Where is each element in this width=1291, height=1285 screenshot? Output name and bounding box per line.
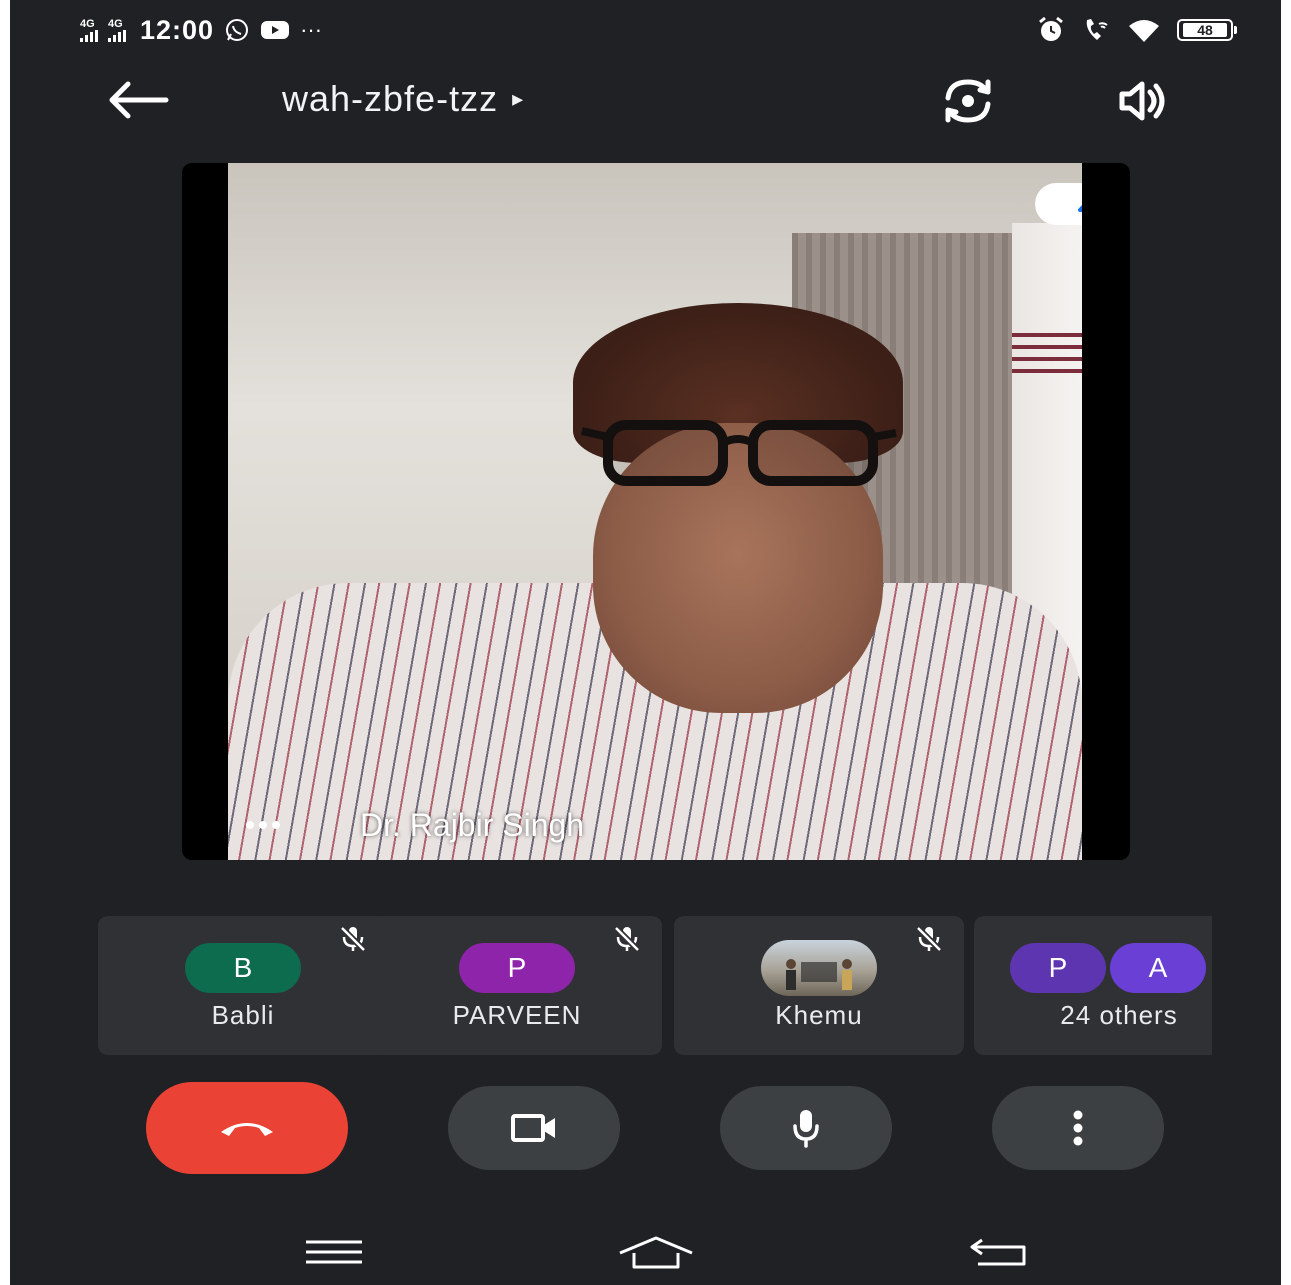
avatar: B [185,943,301,993]
speaker-icon [1119,81,1165,121]
youtube-icon [261,21,290,39]
avatar-initial: B [233,952,253,983]
camera-icon [511,1114,555,1142]
speaker-video[interactable]: Dr. Rajbir Singh [228,163,1082,860]
back-arrow-icon [109,81,169,119]
recent-apps-button[interactable] [294,1232,374,1272]
switch-camera-icon [945,79,991,123]
avatar-photo [761,940,877,996]
participant-name: Khemu [775,1000,863,1030]
speaker-button[interactable] [1116,78,1168,124]
main-video-frame: Dr. Rajbir Singh [182,163,1130,860]
status-bar: 4G 4G 12:00 ··· 48 [10,0,1281,60]
mic-icon [793,1110,819,1148]
wifi-icon [1129,20,1159,42]
home-icon [619,1236,693,1269]
camera-toggle-button[interactable] [448,1086,620,1170]
others-avatars: P A [1010,943,1212,993]
caret-right-icon: ▸ [512,86,525,111]
video-subject-glasses [581,420,897,486]
avatar-initial: P [1010,943,1106,993]
top-app-bar: wah-zbfe-tzz ▸ [10,60,1281,140]
battery-level: 48 [1183,23,1227,37]
meeting-code-button[interactable]: wah-zbfe-tzz ▸ [282,78,524,120]
more-vert-icon [1073,1110,1083,1146]
system-nav-bar [10,1220,1281,1285]
pin-button[interactable] [1035,183,1082,225]
mic-toggle-button[interactable] [720,1086,892,1170]
more-dots-icon[interactable] [238,810,288,840]
participant-tile-parveen[interactable]: P PARVEEN [372,916,662,1055]
wifi-call-icon [1086,19,1108,40]
status-left: 4G 4G 12:00 ··· [80,14,322,46]
participant-name: PARVEEN [452,1000,582,1030]
end-call-icon [221,1123,273,1136]
speaker-name: Dr. Rajbir Singh [360,806,585,843]
menu-icon [306,1240,362,1264]
signal-icon: 4G [80,18,98,42]
alarm-icon [1039,16,1063,41]
switch-camera-button[interactable] [940,76,996,126]
participant-name: Babli [211,1000,275,1030]
participant-tile-khemu[interactable]: Khemu [674,916,964,1055]
system-back-button[interactable] [960,1232,1040,1272]
participant-tile-babli[interactable]: B Babli [98,916,388,1055]
signal-icon: 4G [108,18,126,42]
participant-strip: B Babli P PARVEEN Khemu P A 24 others [98,916,1212,1055]
speaker-name-bar: Dr. Rajbir Singh [228,790,1082,860]
avatar-initial: A [1110,943,1206,993]
end-call-button[interactable] [146,1082,348,1174]
avatar-initial: P [507,952,527,983]
meeting-code: wah-zbfe-tzz [282,78,499,119]
battery-icon: 48 [1177,19,1237,41]
back-icon [970,1238,1026,1266]
more-options-button[interactable] [992,1086,1164,1170]
status-right: 48 [1037,14,1237,46]
participant-name: 24 others [1060,1000,1178,1030]
mic-off-icon [339,925,367,953]
meet-call-screen: 4G 4G 12:00 ··· 48 wah-zbfe-tzz ▸ Dr. Ra… [10,0,1281,1285]
participant-tile-others[interactable]: P A 24 others [974,916,1212,1055]
status-time: 12:00 [140,14,215,45]
home-button[interactable] [616,1232,696,1272]
back-button[interactable] [106,80,170,120]
overflow-icon: ··· [300,17,323,42]
mic-off-icon [613,925,641,953]
mic-off-icon [915,925,943,953]
call-controls [10,1080,1281,1175]
whatsapp-icon [226,19,249,41]
avatar: P [459,943,575,993]
pin-icon [1078,191,1082,212]
